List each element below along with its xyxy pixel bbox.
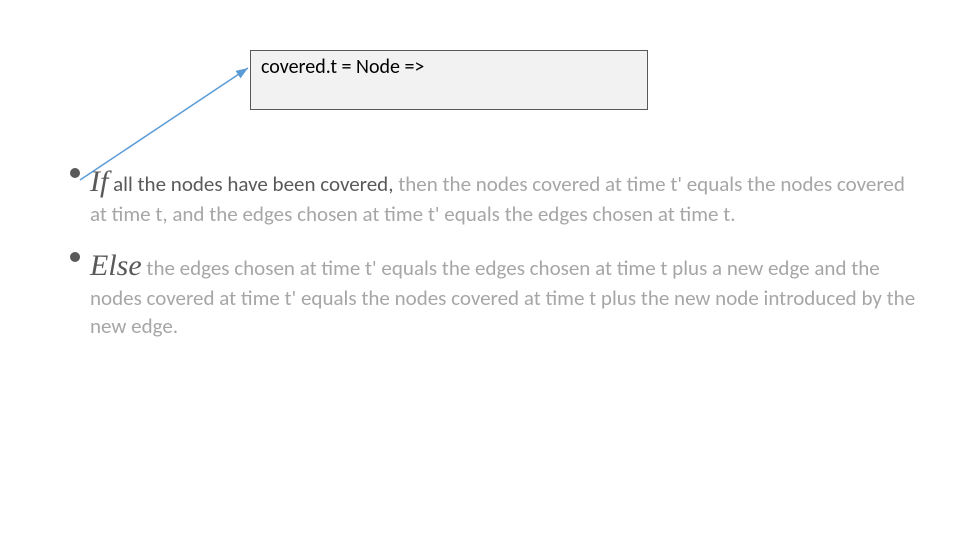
slide-content: If all the nodes have been covered, then… <box>70 162 920 358</box>
bullet-if: If all the nodes have been covered, then… <box>70 162 920 228</box>
if-dark-phrase: all the nodes have been covered, <box>108 171 393 197</box>
bullet-else: Else the edges chosen at time t' equals … <box>70 246 920 340</box>
code-box: covered.t = Node => <box>250 50 648 110</box>
if-keyword: If <box>90 165 108 198</box>
bullet-dot-icon <box>70 168 80 178</box>
bullet-if-text: If all the nodes have been covered, then… <box>70 162 920 228</box>
bullet-else-text: Else the edges chosen at time t' equals … <box>70 246 920 340</box>
code-box-text: covered.t = Node => <box>261 55 424 79</box>
else-keyword: Else <box>90 249 142 282</box>
else-rest: the edges chosen at time t' equals the e… <box>90 255 915 338</box>
